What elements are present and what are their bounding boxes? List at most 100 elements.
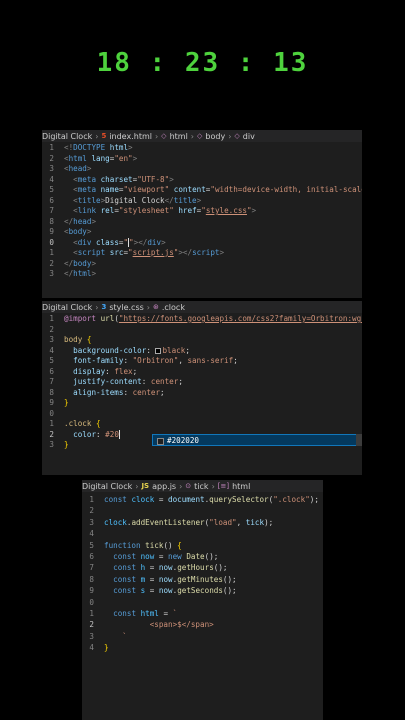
code-line[interactable]: 1 .clock {: [42, 419, 362, 430]
code-token: >: [91, 216, 97, 226]
code-line[interactable]: 4}: [82, 642, 323, 653]
code-line[interactable]: 3 `: [82, 631, 323, 642]
code-token: const: [113, 551, 137, 561]
code-line[interactable]: 1 @import url("https://fonts.googleapis.c…: [42, 314, 362, 325]
code-token: html: [68, 153, 87, 163]
code-line[interactable]: 8 align-items: center;: [42, 388, 362, 399]
code-token: (): [163, 540, 178, 550]
code-line[interactable]: 2 <span>$</span>: [82, 619, 323, 630]
code-token: align-items: [73, 387, 124, 397]
code-line[interactable]: 0: [42, 409, 362, 420]
code-line[interactable]: 3 <head>: [42, 164, 362, 175]
code-line[interactable]: 7 justify-content: center;: [42, 377, 362, 388]
code-line[interactable]: 9}: [42, 398, 362, 409]
breadcrumb-file[interactable]: style.css: [109, 303, 143, 312]
code-text: <title>Digital Clock</title>: [64, 196, 201, 207]
breadcrumb-root[interactable]: Digital Clock: [82, 482, 132, 491]
breadcrumb-file[interactable]: app.js: [152, 482, 176, 491]
code-line[interactable]: 4 background-color: black;: [42, 346, 362, 357]
code-line[interactable]: 2: [82, 505, 323, 516]
suggest-details-toggle[interactable]: [356, 434, 362, 446]
breadcrumb: Digital Clock › JS app.js › ⊙ tick › [≡]…: [82, 480, 323, 492]
code-line[interactable]: 6 display: flex;: [42, 367, 362, 378]
code-token: }: [104, 643, 109, 653]
code-token: const: [113, 563, 137, 573]
line-number: 2: [49, 153, 54, 163]
gutter: [98, 528, 104, 539]
line-number: 4: [49, 174, 54, 184]
code-token: script: [192, 248, 220, 257]
breadcrumb-root[interactable]: Digital Clock: [42, 303, 92, 312]
code-line[interactable]: 3 clock.addEventListener("load", tick);: [82, 517, 323, 528]
function-icon: ⊙: [185, 482, 192, 490]
line-number: 0: [49, 408, 54, 418]
chevron-right-icon: ›: [95, 302, 99, 312]
code-token: );: [309, 495, 319, 504]
code-token: title: [77, 195, 101, 205]
code-line[interactable]: 2 <html lang="en">: [42, 154, 362, 165]
breadcrumb-item[interactable]: body: [205, 132, 225, 141]
breadcrumb-item[interactable]: div: [243, 132, 255, 141]
breadcrumb-item[interactable]: .clock: [162, 303, 185, 312]
code-line[interactable]: 3 body {: [42, 335, 362, 346]
code-line[interactable]: 8 </head>: [42, 217, 362, 228]
autocomplete-suggestion[interactable]: #202020: [152, 434, 362, 446]
code-token: script.js: [132, 248, 174, 257]
code-line[interactable]: 0 <div class=""></div>: [42, 238, 362, 249]
code-token: content: [173, 185, 206, 194]
code-line[interactable]: 5 function tick() {: [82, 540, 323, 551]
code-line[interactable]: 9 const s = now.getSeconds();: [82, 585, 323, 596]
code-line[interactable]: 5 font-family: "Orbitron", sans-serif;: [42, 356, 362, 367]
code-line[interactable]: 1 const clock = document.querySelector(".…: [82, 494, 323, 505]
code-line[interactable]: 0: [82, 597, 323, 608]
code-line[interactable]: 2 </body>: [42, 259, 362, 270]
breadcrumb-item[interactable]: tick: [194, 482, 208, 491]
code-token: center: [150, 377, 179, 386]
code-line[interactable]: 6 const now = new Date();: [82, 551, 323, 562]
chevron-right-icon: ›: [228, 131, 232, 141]
css-editor-panel[interactable]: Digital Clock › 3 style.css › ⊛ .clock 1…: [42, 301, 362, 475]
code-text: function tick() {: [104, 540, 182, 551]
code-text: <span>$</span>: [104, 619, 214, 630]
code-token: ;: [132, 366, 138, 376]
code-text: const clock = document.querySelector(".c…: [104, 494, 319, 505]
code-token: </: [64, 269, 74, 278]
code-line[interactable]: 5 <meta name="viewport" content="width=d…: [42, 185, 362, 196]
js-editor-panel[interactable]: Digital Clock › JS app.js › ⊙ tick › [≡]…: [82, 480, 323, 720]
code-line[interactable]: 1 const html = `: [82, 608, 323, 619]
line-number: 5: [49, 356, 54, 365]
code-line[interactable]: 3 </html>: [42, 269, 362, 280]
breadcrumb-item[interactable]: html: [232, 482, 250, 491]
html-editor-panel[interactable]: Digital Clock › 5 index.html › ◇ html › …: [42, 130, 362, 298]
code-line[interactable]: 6 <title>Digital Clock</title>: [42, 196, 362, 207]
code-line[interactable]: 2: [42, 325, 362, 336]
code-line[interactable]: 1 <script src="script.js"></script>: [42, 248, 362, 259]
code-area[interactable]: 1 const clock = document.querySelector(".…: [82, 492, 323, 653]
code-line[interactable]: 8 const m = now.getMinutes();: [82, 574, 323, 585]
code-line[interactable]: 7 <link rel="stylesheet" href="style.css…: [42, 206, 362, 217]
breadcrumb-file[interactable]: index.html: [109, 132, 152, 141]
breadcrumb-root[interactable]: Digital Clock: [42, 132, 92, 141]
code-line[interactable]: 4: [82, 528, 323, 539]
breadcrumb-item[interactable]: html: [170, 132, 188, 141]
code-area[interactable]: 1 @import url("https://fonts.googleapis.c…: [42, 313, 362, 451]
code-token: =: [158, 608, 173, 618]
code-token: "viewport": [123, 185, 170, 194]
code-token: now: [140, 551, 155, 561]
code-area[interactable]: 1 <!DOCTYPE html> 2 <html lang="en"> 3 <head>…: [42, 142, 362, 280]
line-number: 6: [49, 195, 54, 205]
code-token: ();: [204, 551, 219, 561]
code-line[interactable]: 1 <!DOCTYPE html>: [42, 143, 362, 154]
breadcrumb: Digital Clock › 3 style.css › ⊛ .clock: [42, 301, 362, 313]
code-line[interactable]: 4 <meta charset="UTF-8">: [42, 175, 362, 186]
code-line[interactable]: 7 const h = now.getHours();: [82, 562, 323, 573]
code-token: new: [168, 551, 182, 561]
color-swatch-icon[interactable]: [155, 347, 162, 354]
code-token: ;: [233, 356, 238, 365]
line-number: 4: [89, 643, 94, 653]
code-line[interactable]: 9 <body>: [42, 227, 362, 238]
code-text: font-family: "Orbitron", sans-serif;: [64, 356, 238, 367]
